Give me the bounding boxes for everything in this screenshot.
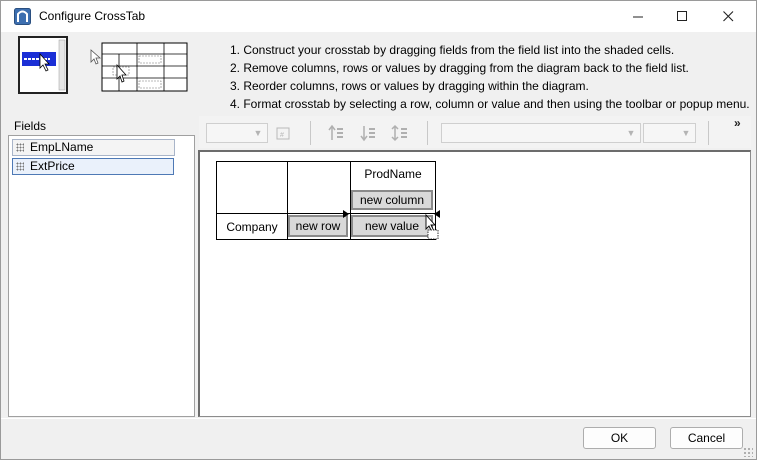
- insertion-marker-icon: [343, 210, 349, 218]
- configure-crosstab-dialog: Configure CrossTab 1. Construct your cro…: [0, 0, 757, 460]
- size-combo[interactable]: ▼: [643, 123, 696, 143]
- instruction-line: 1. Construct your crosstab by dragging f…: [230, 43, 675, 57]
- instruction-line: 2. Remove columns, rows or values by dra…: [230, 61, 689, 75]
- row-field-cell[interactable]: Company: [216, 213, 288, 240]
- close-icon: [722, 11, 733, 22]
- fields-list[interactable]: EmpLName ExtPrice: [8, 135, 195, 417]
- instruction-line: 3. Reorder columns, rows or values by dr…: [230, 79, 589, 93]
- toolbar-separator: [427, 121, 428, 145]
- sort-descending-icon[interactable]: [357, 122, 379, 144]
- corner-cell: [216, 161, 288, 214]
- footer-divider: [1, 418, 756, 419]
- instruction-line: 4. Format crosstab by selecting a row, c…: [230, 97, 750, 111]
- new-column-cell[interactable]: new column: [351, 190, 433, 210]
- field-item-label: EmpLName: [30, 140, 94, 154]
- maximize-button[interactable]: [659, 1, 705, 32]
- maximize-icon: [676, 11, 687, 21]
- ok-button[interactable]: OK: [583, 427, 656, 449]
- chevron-down-icon: ▼: [681, 128, 691, 138]
- minimize-icon: [632, 16, 643, 18]
- drag-grip-icon: [16, 143, 24, 152]
- drag-field-illustration: [18, 36, 68, 94]
- toolbar-separator: [708, 121, 709, 145]
- style-combo[interactable]: ▼: [441, 123, 641, 143]
- cancel-button[interactable]: Cancel: [670, 427, 743, 449]
- format-icon[interactable]: #: [272, 122, 294, 144]
- new-value-cell[interactable]: new value: [351, 215, 433, 237]
- minimize-button[interactable]: [615, 1, 661, 32]
- window-title: Configure CrossTab: [39, 9, 146, 23]
- sort-custom-icon[interactable]: [389, 122, 411, 144]
- drag-grip-icon: [16, 162, 24, 171]
- close-button[interactable]: [705, 1, 751, 32]
- row-field-label: Company: [226, 220, 278, 234]
- toolbar-overflow-button[interactable]: »: [734, 116, 741, 130]
- field-item-label: ExtPrice: [30, 159, 75, 173]
- title-bar: Configure CrossTab: [1, 1, 756, 32]
- format-toolbar: ▼ # ▼ ▼: [199, 116, 751, 148]
- font-combo[interactable]: ▼: [206, 123, 268, 143]
- new-row-cell[interactable]: new row: [288, 215, 348, 237]
- column-field-label: ProdName: [364, 167, 422, 181]
- row-header-corner-cell: [287, 161, 351, 214]
- field-item-extprice[interactable]: ExtPrice: [12, 158, 174, 175]
- resize-grip-icon[interactable]: [743, 447, 753, 457]
- toolbar-separator: [310, 121, 311, 145]
- instructions: 1. Construct your crosstab by dragging f…: [230, 41, 750, 113]
- svg-text:#: #: [280, 132, 284, 139]
- chevron-down-icon: ▼: [253, 128, 263, 138]
- sort-ascending-icon[interactable]: [325, 122, 347, 144]
- drag-cursor-icon: [425, 214, 439, 240]
- app-icon: [14, 8, 31, 25]
- crosstab-diagram-illustration: [89, 42, 189, 92]
- field-item-emplname[interactable]: EmpLName: [12, 139, 175, 156]
- fields-label: Fields: [14, 119, 47, 133]
- chevron-down-icon: ▼: [626, 128, 636, 138]
